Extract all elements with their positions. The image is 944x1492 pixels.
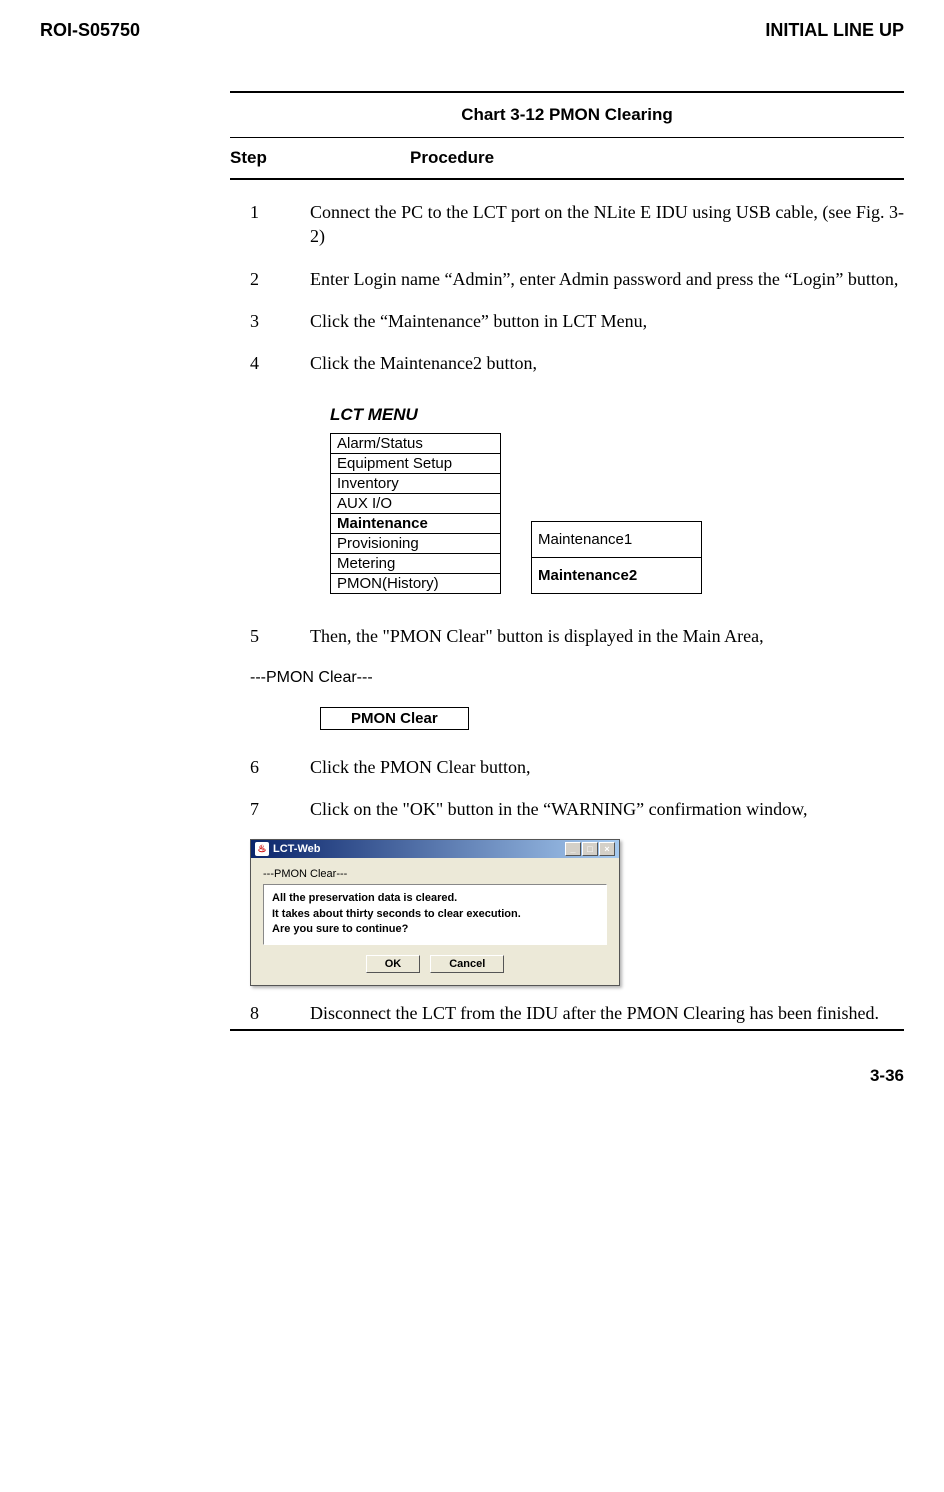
step-text: Then, the "PMON Clear" button is display… — [310, 624, 904, 648]
maximize-icon[interactable]: □ — [582, 842, 598, 856]
step-text: Click on the "OK" button in the “WARNING… — [310, 797, 904, 821]
dialog-buttons: OK Cancel — [263, 955, 607, 973]
procedure-col-header: Procedure — [310, 148, 904, 168]
step-text: Disconnect the LCT from the IDU after th… — [310, 1001, 904, 1025]
ok-button[interactable]: OK — [366, 955, 421, 973]
step-num: 8 — [230, 1001, 310, 1025]
pmon-clear-button-wrap: PMON Clear — [320, 707, 904, 730]
chart-title-wrap: Chart 3-12 PMON Clearing — [230, 91, 904, 138]
step-row: 6 Click the PMON Clear button, — [230, 755, 904, 779]
menu-item[interactable]: PMON(History) — [331, 574, 501, 594]
step-row: 4 Click the Maintenance2 button, — [230, 351, 904, 375]
pmon-clear-section-label: ---PMON Clear--- — [250, 669, 904, 687]
dialog-window-buttons: _ □ × — [565, 842, 615, 856]
dialog-msg-line: Are you sure to continue? — [272, 922, 598, 937]
dialog-section-label: ---PMON Clear--- — [263, 868, 607, 880]
step-row: 7 Click on the "OK" button in the “WARNI… — [230, 797, 904, 821]
lct-menu-title: LCT MENU — [330, 405, 904, 425]
lct-submenu-table: Maintenance1 Maintenance2 — [531, 521, 702, 594]
menu-item[interactable]: Provisioning — [331, 534, 501, 554]
submenu-item-maintenance2[interactable]: Maintenance2 — [532, 558, 702, 594]
dialog-titlebar: ♨ LCT-Web _ □ × — [251, 840, 619, 858]
chart-title: Chart 3-12 PMON Clearing — [230, 105, 904, 125]
step-row: 8 Disconnect the LCT from the IDU after … — [230, 1001, 904, 1025]
dialog-message: All the preservation data is cleared. It… — [263, 884, 607, 944]
step-num: 2 — [230, 267, 310, 291]
dialog-screenshot: ♨ LCT-Web _ □ × ---PMON Clear--- All the… — [250, 839, 904, 985]
menu-item[interactable]: Equipment Setup — [331, 454, 501, 474]
doc-id: ROI-S05750 — [40, 20, 140, 41]
page-number: 3-36 — [40, 1066, 904, 1086]
menu-item[interactable]: Alarm/Status — [331, 434, 501, 454]
step-num: 5 — [230, 624, 310, 648]
step-text: Click the Maintenance2 button, — [310, 351, 904, 375]
menu-item[interactable]: AUX I/O — [331, 494, 501, 514]
step-row: 1 Connect the PC to the LCT port on the … — [230, 200, 904, 249]
section-title: INITIAL LINE UP — [765, 20, 904, 41]
step-num: 1 — [230, 200, 310, 249]
dialog-msg-line: All the preservation data is cleared. — [272, 891, 598, 906]
cancel-button[interactable]: Cancel — [430, 955, 504, 973]
step-num: 6 — [230, 755, 310, 779]
dialog-title: LCT-Web — [273, 843, 320, 855]
menu-item[interactable]: Metering — [331, 554, 501, 574]
step-num: 4 — [230, 351, 310, 375]
page-header: ROI-S05750 INITIAL LINE UP — [40, 20, 904, 41]
step-num: 7 — [230, 797, 310, 821]
menu-item-maintenance[interactable]: Maintenance — [331, 514, 501, 534]
step-col-header: Step — [230, 148, 310, 168]
step-row: 3 Click the “Maintenance” button in LCT … — [230, 309, 904, 333]
lct-menu-container: Alarm/Status Equipment Setup Inventory A… — [330, 433, 904, 594]
close-icon[interactable]: × — [599, 842, 615, 856]
step-num: 3 — [230, 309, 310, 333]
end-rule — [230, 1029, 904, 1031]
step-row: 5 Then, the "PMON Clear" button is displ… — [230, 624, 904, 648]
submenu-item[interactable]: Maintenance1 — [532, 522, 702, 558]
java-icon: ♨ — [255, 842, 269, 856]
pmon-clear-button[interactable]: PMON Clear — [320, 707, 469, 730]
dialog-titlebar-left: ♨ LCT-Web — [255, 842, 320, 856]
step-text: Enter Login name “Admin”, enter Admin pa… — [310, 267, 904, 291]
step-text: Click the “Maintenance” button in LCT Me… — [310, 309, 904, 333]
dialog-body: ---PMON Clear--- All the preservation da… — [251, 858, 619, 984]
step-text: Connect the PC to the LCT port on the NL… — [310, 200, 904, 249]
dialog-msg-line: It takes about thirty seconds to clear e… — [272, 907, 598, 922]
step-text: Click the PMON Clear button, — [310, 755, 904, 779]
menu-item[interactable]: Inventory — [331, 474, 501, 494]
step-table-header: Step Procedure — [230, 138, 904, 180]
lct-menu-table: Alarm/Status Equipment Setup Inventory A… — [330, 433, 501, 594]
minimize-icon[interactable]: _ — [565, 842, 581, 856]
step-row: 2 Enter Login name “Admin”, enter Admin … — [230, 267, 904, 291]
dialog-window: ♨ LCT-Web _ □ × ---PMON Clear--- All the… — [250, 839, 620, 985]
content-area: Chart 3-12 PMON Clearing Step Procedure … — [230, 91, 904, 1031]
